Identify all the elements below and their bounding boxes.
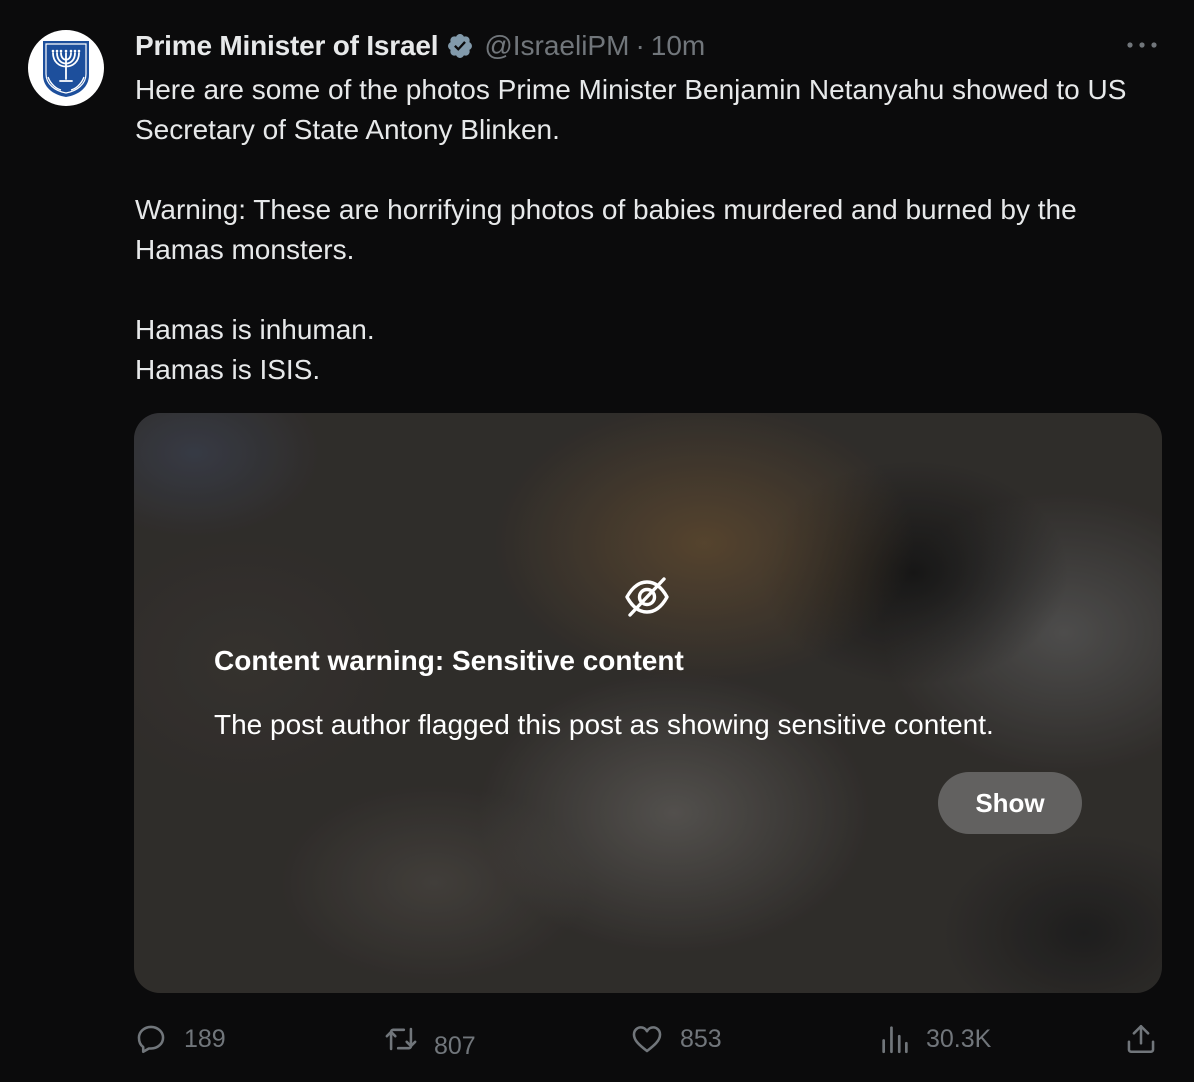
menorah-emblem-icon <box>43 41 89 97</box>
post-header: Prime Minister of Israel @IsraeliPM · 10… <box>135 26 705 66</box>
eye-slash-icon <box>625 577 669 617</box>
views-icon <box>882 1026 908 1054</box>
like-icon <box>632 1026 662 1053</box>
author-handle[interactable]: @IsraeliPM <box>484 30 629 62</box>
separator: · <box>635 30 645 61</box>
more-horizontal-icon <box>1127 42 1157 48</box>
post-paragraph: Hamas is ISIS. <box>135 354 321 385</box>
post-body: Here are some of the photos Prime Minist… <box>135 70 1165 390</box>
content-warning-title: Content warning: Sensitive content <box>214 645 684 676</box>
like-button[interactable]: 853 <box>630 1012 722 1066</box>
action-bar: 189 807 853 30.3K <box>134 1012 1164 1066</box>
verified-badge-icon[interactable] <box>446 32 474 60</box>
media-blur-overlay <box>134 413 1162 993</box>
post[interactable]: Prime Minister of Israel @IsraeliPM · 10… <box>0 0 1194 1082</box>
share-button[interactable] <box>1124 1012 1158 1066</box>
views-button[interactable]: 30.3K <box>880 1012 991 1066</box>
post-paragraph: Warning: These are horrifying photos of … <box>135 194 1077 265</box>
show-button[interactable]: Show <box>938 772 1082 834</box>
share-icon <box>1127 1024 1155 1054</box>
repost-count: 807 <box>434 1031 476 1060</box>
post-paragraph: Here are some of the photos Prime Minist… <box>135 74 1127 145</box>
views-count: 30.3K <box>926 1024 992 1053</box>
more-options-button[interactable] <box>1124 30 1160 60</box>
like-count: 853 <box>680 1024 722 1053</box>
repost-icon <box>385 1027 417 1051</box>
repost-button[interactable]: 807 <box>384 1012 476 1066</box>
content-warning-text: The post author flagged this post as sho… <box>214 709 994 740</box>
reply-icon <box>137 1025 165 1054</box>
reply-count: 189 <box>184 1024 226 1053</box>
author-display-name[interactable]: Prime Minister of Israel <box>135 30 439 62</box>
avatar[interactable] <box>28 30 104 106</box>
sensitive-media[interactable]: Content warning: Sensitive content The p… <box>134 413 1162 993</box>
reply-button[interactable]: 189 <box>134 1012 226 1066</box>
post-paragraph: Hamas is inhuman. <box>135 314 375 345</box>
post-timestamp[interactable]: 10m <box>651 30 705 62</box>
